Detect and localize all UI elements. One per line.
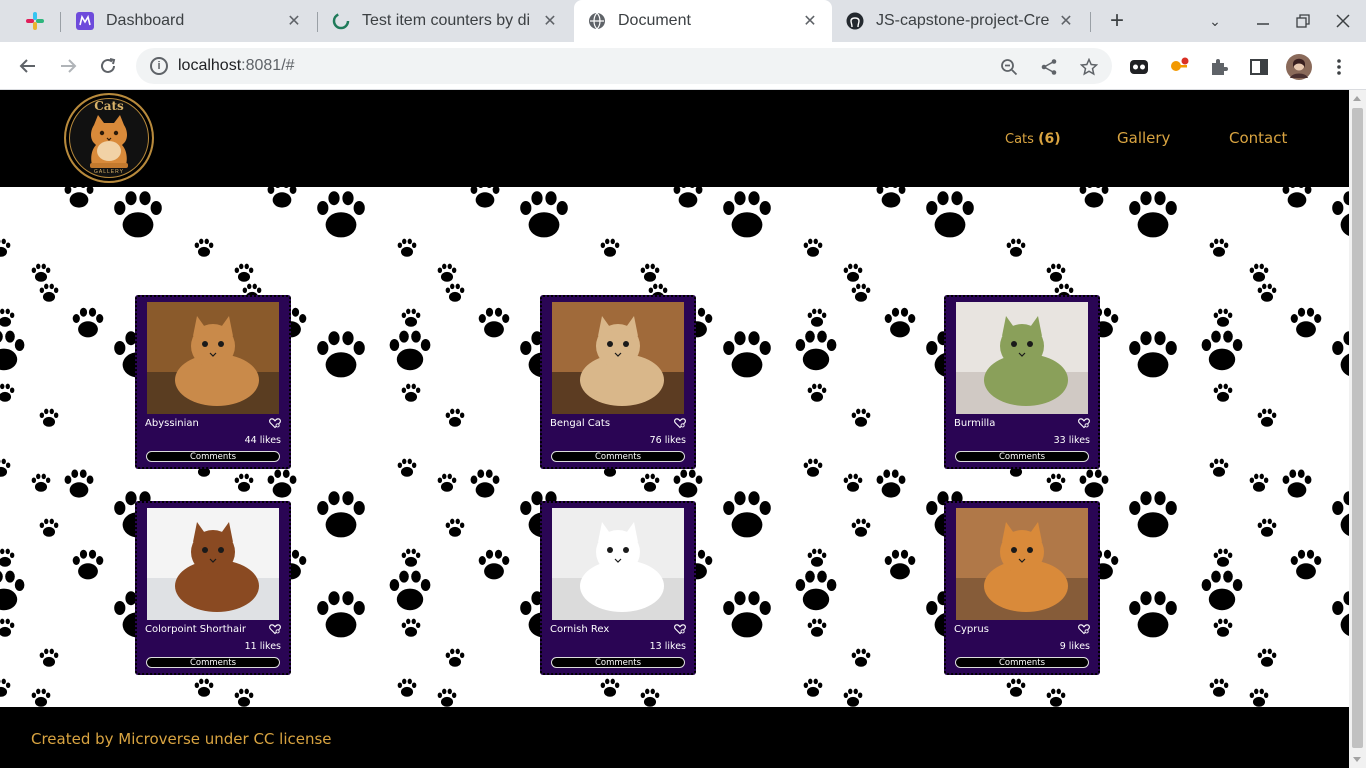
minimize-icon[interactable]: [1250, 8, 1276, 34]
reload-icon[interactable]: [94, 52, 122, 80]
globe-icon: [588, 12, 606, 30]
bookmark-star-icon[interactable]: [1078, 56, 1100, 78]
cat-card: Burmilla 33 likes Comments: [944, 295, 1100, 469]
cat-card: Colorpoint Shorthair 11 likes Comments: [135, 501, 291, 675]
tab-test-item-counters[interactable]: Test item counters by di ✕: [318, 0, 572, 42]
tab-strip: Dashboard ✕ Test item counters by di ✕ D…: [0, 0, 1366, 42]
tab-js-capstone[interactable]: JS-capstone-project-Cre ✕: [832, 0, 1088, 42]
comments-button[interactable]: Comments: [551, 657, 685, 668]
cat-name: Cornish Rex: [550, 624, 610, 635]
likes-count: 76 likes: [649, 435, 686, 446]
site-footer: Created by Microverse under CC license: [0, 707, 1349, 768]
logo-title: Cats: [94, 99, 124, 113]
tab-document[interactable]: Document ✕: [574, 0, 832, 42]
cat-name: Cyprus: [954, 624, 989, 635]
cat-card: Cornish Rex 13 likes Comments: [540, 501, 696, 675]
cat-photo: [552, 508, 684, 620]
close-icon[interactable]: ✕: [802, 11, 818, 31]
cat-photo: [147, 508, 279, 620]
browser-menu-icon[interactable]: [1328, 56, 1350, 78]
site-header: Cats GALLERY Cats (6) Gallery Contact: [0, 90, 1349, 187]
restore-icon[interactable]: [1290, 8, 1316, 34]
side-panel-icon[interactable]: [1248, 56, 1270, 78]
tab-title: JS-capstone-project-Cre: [876, 12, 1050, 29]
nav-contact-link[interactable]: Contact: [1229, 129, 1287, 147]
footer-credit: Created by Microverse under CC license: [31, 730, 332, 748]
cat-card: Cyprus 9 likes Comments: [944, 501, 1100, 675]
cat-logo-icon: [90, 115, 128, 168]
tab-title: Dashboard: [106, 12, 185, 29]
cat-name: Colorpoint Shorthair: [145, 624, 246, 635]
close-icon[interactable]: ✕: [286, 11, 302, 31]
scroll-down-icon[interactable]: [1353, 757, 1361, 762]
comments-button[interactable]: Comments: [955, 451, 1089, 462]
likes-count: 44 likes: [244, 435, 281, 446]
close-icon[interactable]: ✕: [1058, 11, 1074, 31]
comments-button[interactable]: Comments: [955, 657, 1089, 668]
address-bar[interactable]: i localhost:8081/#: [136, 48, 1112, 84]
cat-name: Burmilla: [954, 418, 996, 429]
scrollbar-thumb[interactable]: [1352, 108, 1363, 748]
github-icon: [846, 12, 864, 30]
cat-photo: [147, 302, 279, 414]
tab-title: Document: [618, 12, 691, 29]
window-close-icon[interactable]: [1330, 8, 1356, 34]
comments-button[interactable]: Comments: [551, 451, 685, 462]
like-heart-icon[interactable]: [269, 622, 281, 635]
extension-mask-icon[interactable]: [1128, 56, 1150, 78]
tab-dashboard[interactable]: Dashboard ✕: [62, 0, 316, 42]
comments-button[interactable]: Comments: [146, 451, 280, 462]
extension-key-icon[interactable]: [1168, 56, 1190, 78]
page-viewport: Cats GALLERY Cats (6) Gallery Contact Ab…: [0, 90, 1366, 768]
likes-count: 13 likes: [649, 641, 686, 652]
browser-toolbar: i localhost:8081/#: [0, 42, 1366, 90]
page-scrollbar[interactable]: [1349, 90, 1366, 768]
cats-count-badge: (6): [1038, 131, 1061, 147]
forward-icon[interactable]: [54, 52, 82, 80]
url-text: localhost:8081/#: [178, 57, 295, 75]
url-host: localhost: [178, 57, 242, 74]
microverse-icon: [76, 12, 94, 30]
close-icon[interactable]: ✕: [542, 11, 558, 31]
profile-avatar[interactable]: [1286, 54, 1312, 80]
cat-name: Bengal Cats: [550, 418, 611, 429]
url-path: :8081/#: [241, 57, 295, 74]
scroll-up-icon[interactable]: [1353, 96, 1361, 101]
like-heart-icon[interactable]: [1078, 416, 1090, 429]
likes-count: 11 likes: [244, 641, 281, 652]
logo-subtitle: GALLERY: [94, 169, 124, 175]
cat-photo: [552, 302, 684, 414]
slack-icon[interactable]: [22, 8, 48, 34]
cat-card: Bengal Cats 76 likes Comments: [540, 295, 696, 469]
site-info-icon[interactable]: i: [150, 57, 168, 75]
like-heart-icon[interactable]: [269, 416, 281, 429]
likes-count: 33 likes: [1053, 435, 1090, 446]
like-heart-icon[interactable]: [674, 416, 686, 429]
gallery-section: Abyssinian 44 likes Comments Bengal Cats 76 …: [0, 187, 1349, 707]
tab-title: Test item counters by di: [362, 12, 531, 29]
loading-icon: [332, 12, 350, 30]
cats-gallery-logo[interactable]: Cats GALLERY: [64, 93, 154, 183]
new-tab-button[interactable]: +: [1104, 7, 1130, 34]
like-heart-icon[interactable]: [674, 622, 686, 635]
like-heart-icon[interactable]: [1078, 622, 1090, 635]
nav-gallery-link[interactable]: Gallery: [1117, 129, 1170, 147]
share-icon[interactable]: [1038, 56, 1060, 78]
back-icon[interactable]: [14, 52, 42, 80]
cat-name: Abyssinian: [145, 418, 199, 429]
zoom-icon[interactable]: [998, 56, 1020, 78]
nav-cats-label: Cats: [1005, 132, 1034, 147]
cat-photo: [956, 508, 1088, 620]
nav-cats-link[interactable]: Cats (6): [1005, 131, 1061, 147]
cat-photo: [956, 302, 1088, 414]
likes-count: 9 likes: [1059, 641, 1090, 652]
cat-card: Abyssinian 44 likes Comments: [135, 295, 291, 469]
extensions-puzzle-icon[interactable]: [1208, 56, 1230, 78]
tab-search-icon[interactable]: ⌄: [1202, 8, 1228, 34]
comments-button[interactable]: Comments: [146, 657, 280, 668]
